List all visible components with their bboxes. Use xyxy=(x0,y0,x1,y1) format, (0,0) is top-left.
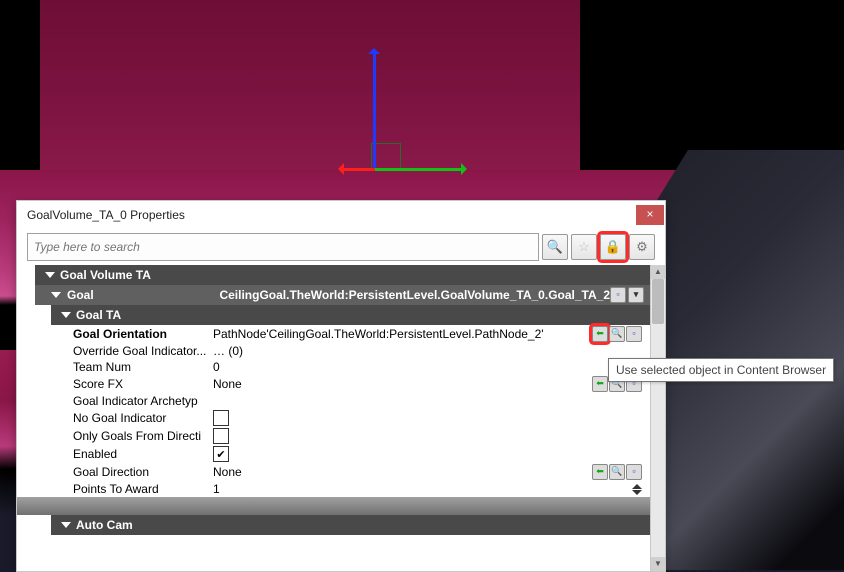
prop-label: Points To Award xyxy=(73,482,213,496)
find-icon[interactable]: 🔍 xyxy=(609,464,625,480)
prop-label: No Goal Indicator xyxy=(73,411,213,425)
prop-label: Override Goal Indicator... xyxy=(73,344,213,358)
prop-value: None xyxy=(213,377,242,391)
transform-gizmo[interactable] xyxy=(365,50,485,190)
close-button[interactable]: × xyxy=(636,205,664,225)
prop-label: Enabled xyxy=(73,447,213,461)
find-icon[interactable]: 🔍 xyxy=(609,326,625,342)
gizmo-axis-z[interactable] xyxy=(373,50,376,170)
prop-label: Goal Indicator Archetyp xyxy=(73,394,213,408)
section-auto-cam[interactable]: Auto Cam xyxy=(51,515,650,535)
clear-icon[interactable]: ▫ xyxy=(626,464,642,480)
prop-label: Score FX xyxy=(73,377,213,391)
checkbox[interactable]: ✔ xyxy=(213,446,229,462)
property-goal[interactable]: Goal CeilingGoal.TheWorld:PersistentLeve… xyxy=(35,285,650,305)
prop-value: 0 xyxy=(213,360,220,374)
property-goal-direction[interactable]: Goal Direction None ⬅ 🔍 ▫ xyxy=(17,463,650,481)
properties-content: Goal Volume TA Goal CeilingGoal.TheWorld… xyxy=(17,265,650,571)
stepper-down-icon[interactable] xyxy=(632,490,642,495)
star-icon: ☆ xyxy=(578,239,590,255)
property-points-to-award[interactable]: Points To Award 1 xyxy=(17,481,650,497)
caret-down-icon[interactable]: ▾ xyxy=(628,287,644,303)
use-selected-icon[interactable]: ⬅ xyxy=(592,464,608,480)
stepper-up-icon[interactable] xyxy=(632,484,642,489)
section-label: Goal TA xyxy=(76,308,121,322)
prop-value: None xyxy=(213,465,242,479)
use-selected-content-browser-button[interactable]: ⬅ xyxy=(592,326,608,342)
property-goal-indicator-archetype[interactable]: Goal Indicator Archetyp xyxy=(17,393,650,409)
prop-label: Goal Direction xyxy=(73,465,213,479)
prop-value: … (0) xyxy=(213,344,243,358)
gear-icon: ⚙ xyxy=(636,239,648,255)
scroll-down-icon[interactable]: ▼ xyxy=(651,557,665,571)
caret-icon xyxy=(45,272,55,278)
window-title: GoalVolume_TA_0 Properties xyxy=(27,208,185,222)
prop-label: Goal xyxy=(67,288,219,302)
caret-icon xyxy=(61,522,71,528)
property-no-goal-indicator[interactable]: No Goal Indicator xyxy=(17,409,650,427)
titlebar[interactable]: GoalVolume_TA_0 Properties × xyxy=(17,201,665,229)
favorite-button[interactable]: ☆ xyxy=(571,234,597,260)
gizmo-axis-x[interactable] xyxy=(375,168,465,171)
property-team-num[interactable]: Team Num 0 xyxy=(17,359,650,375)
toolbar: 🔍 ☆ 🔒 ⚙ xyxy=(17,229,665,265)
prop-value: 1 xyxy=(213,482,220,496)
section-goal-ta[interactable]: Goal TA xyxy=(51,305,650,325)
prop-label: Only Goals From Directi xyxy=(73,429,213,443)
scroll-thumb[interactable] xyxy=(652,279,664,324)
section-goal-volume-ta[interactable]: Goal Volume TA xyxy=(35,265,650,285)
use-selected-icon[interactable]: ⬅ xyxy=(592,376,608,392)
search-input[interactable] xyxy=(27,233,539,261)
search-button[interactable]: 🔍 xyxy=(542,234,568,260)
gizmo-axis-y[interactable] xyxy=(340,168,375,171)
search-icon: 🔍 xyxy=(547,239,563,255)
tooltip-text: Use selected object in Content Browser xyxy=(616,363,826,377)
property-only-goals-from-direction[interactable]: Only Goals From Directi xyxy=(17,427,650,445)
scroll-up-icon[interactable]: ▲ xyxy=(651,265,665,279)
property-enabled[interactable]: Enabled ✔ xyxy=(17,445,650,463)
settings-button[interactable]: ⚙ xyxy=(629,234,655,260)
prop-value: CeilingGoal.TheWorld:PersistentLevel.Goa… xyxy=(219,288,610,302)
properties-window: GoalVolume_TA_0 Properties × 🔍 ☆ 🔒 ⚙ Goa… xyxy=(16,200,666,572)
section-label: Goal Volume TA xyxy=(60,268,151,282)
property-goal-orientation[interactable]: Goal Orientation PathNode'CeilingGoal.Th… xyxy=(17,325,650,343)
property-override-goal-indicator[interactable]: Override Goal Indicator... … (0) xyxy=(17,343,650,359)
prop-label: Team Num xyxy=(73,360,213,374)
section-divider xyxy=(17,497,650,515)
checkbox[interactable] xyxy=(213,410,229,426)
lock-icon: 🔒 xyxy=(605,239,621,255)
prop-value: PathNode'CeilingGoal.TheWorld:Persistent… xyxy=(213,327,544,341)
clear-icon[interactable]: ▫ xyxy=(626,326,642,342)
caret-icon xyxy=(61,312,71,318)
property-score-fx[interactable]: Score FX None ⬅ 🔍 ▫ xyxy=(17,375,650,393)
section-label: Auto Cam xyxy=(76,518,133,532)
prop-label: Goal Orientation xyxy=(73,327,213,341)
lock-button[interactable]: 🔒 xyxy=(600,234,626,260)
vertical-scrollbar[interactable]: ▲ ▼ xyxy=(650,265,665,571)
caret-icon xyxy=(51,292,61,298)
checkbox[interactable] xyxy=(213,428,229,444)
tooltip: Use selected object in Content Browser xyxy=(608,358,834,382)
browse-icon[interactable]: ▫ xyxy=(610,287,626,303)
